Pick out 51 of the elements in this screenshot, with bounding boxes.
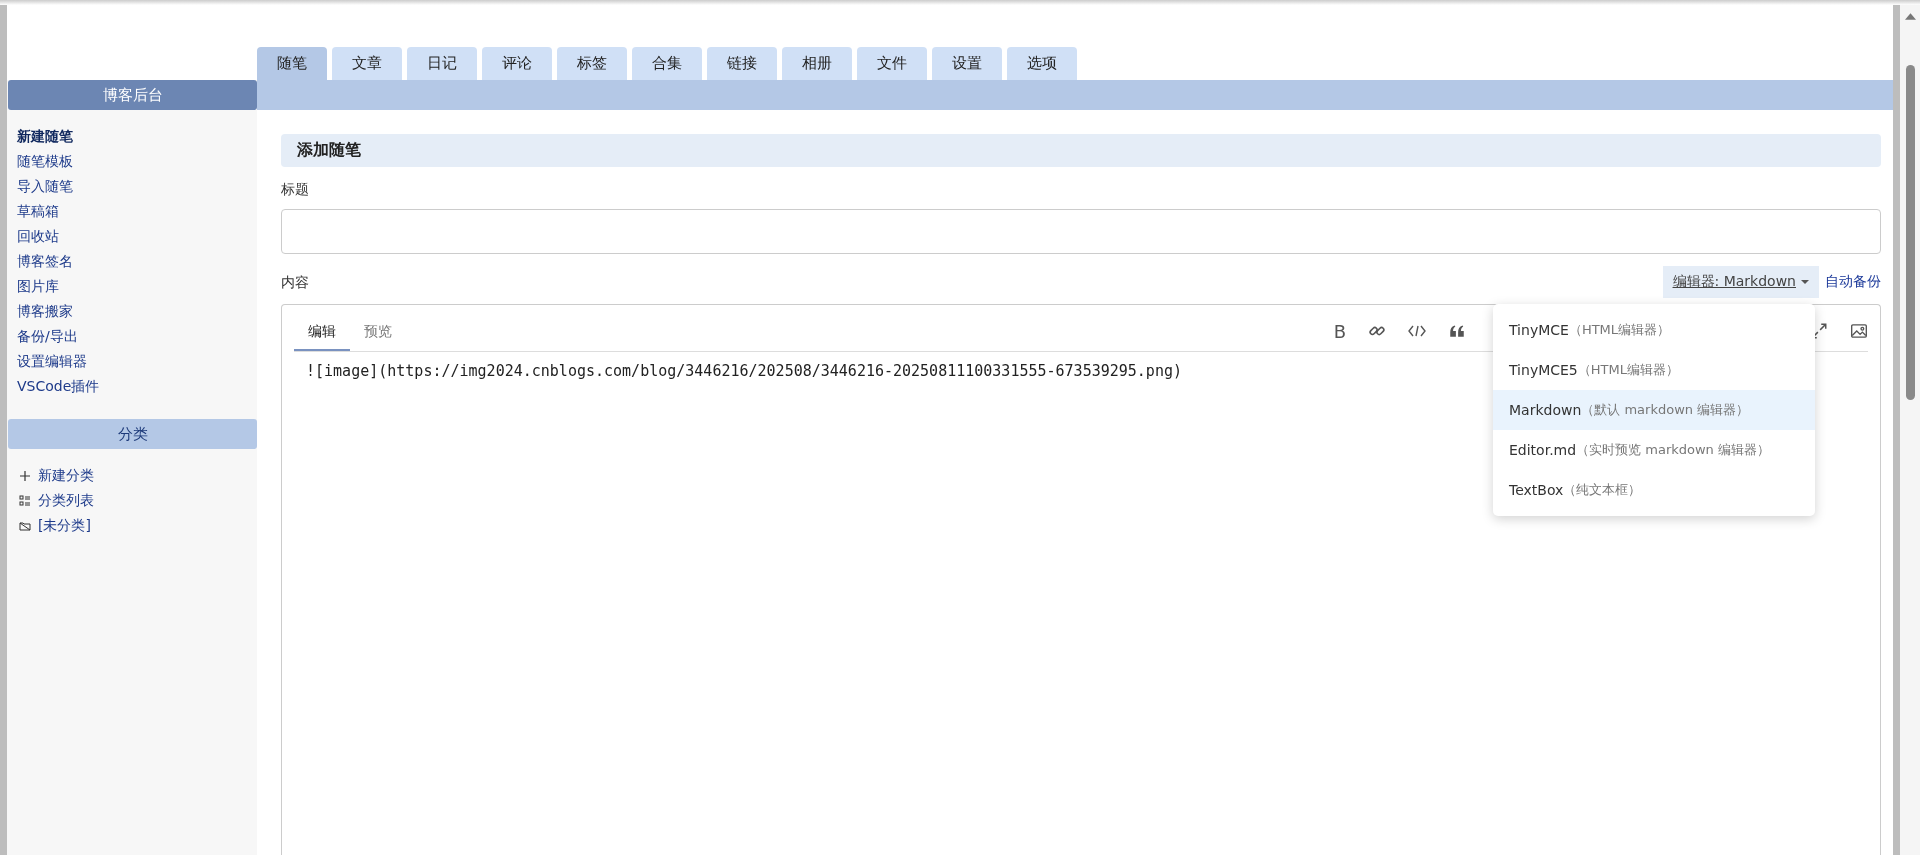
caret-icon [1801, 280, 1809, 284]
sidebar-link[interactable]: 博客签名 [17, 249, 257, 274]
folder-icon [19, 519, 31, 532]
scrollbar[interactable] [1900, 5, 1920, 855]
sidebar-link[interactable]: 新建随笔 [17, 124, 257, 149]
sidebar-link[interactable]: 回收站 [17, 224, 257, 249]
bold-button[interactable]: B [1333, 320, 1346, 342]
sidebar-header: 博客后台 [8, 80, 257, 110]
sidebar-link[interactable]: 博客搬家 [17, 299, 257, 324]
tab[interactable]: 链接 [707, 47, 777, 80]
sidebar-link[interactable]: VSCode插件 [17, 374, 257, 399]
menu-item[interactable]: Markdown（默认 markdown 编辑器） [1493, 390, 1815, 430]
tab[interactable]: 文件 [857, 47, 927, 80]
category-header: 分类 [8, 419, 257, 449]
field-label: 标题 [281, 181, 310, 199]
sidebar-link[interactable]: 图片库 [17, 274, 257, 299]
tab[interactable]: 设置 [932, 47, 1002, 80]
tab[interactable]: 随笔 [257, 47, 327, 80]
menu-item[interactable]: TextBox（纯文本框） [1493, 470, 1815, 510]
tab[interactable]: 选项 [1007, 47, 1077, 80]
editor-tab[interactable]: 预览 [350, 315, 406, 349]
sidebar-link[interactable]: 备份/导出 [17, 324, 257, 349]
sidebar-link[interactable]: 随笔模板 [17, 149, 257, 174]
menu-item[interactable]: TinyMCE（HTML编辑器） [1493, 310, 1815, 350]
sidebar-link[interactable]: 设置编辑器 [17, 349, 257, 374]
section-heading: 添加随笔 [281, 134, 1881, 167]
tab[interactable]: 文章 [332, 47, 402, 80]
title-input[interactable] [281, 209, 1881, 254]
menu-item[interactable]: TinyMCE5（HTML编辑器） [1493, 350, 1815, 390]
category-link[interactable]: [未分类] [38, 513, 91, 538]
sidebar-link[interactable]: 导入随笔 [17, 174, 257, 199]
tab[interactable]: 日记 [407, 47, 477, 80]
tab[interactable]: 相册 [782, 47, 852, 80]
scrollbar-thumb[interactable] [1905, 65, 1915, 400]
quote-icon[interactable] [1448, 322, 1466, 340]
editor-tab[interactable]: 编辑 [294, 315, 350, 351]
plus-icon [19, 469, 31, 482]
field-label: 内容 [281, 274, 309, 292]
category-link[interactable]: 新建分类 [38, 463, 94, 488]
tab[interactable]: 合集 [632, 47, 702, 80]
category-link[interactable]: 分类列表 [38, 488, 94, 513]
image-icon[interactable] [1850, 322, 1868, 340]
auto-backup-link[interactable]: 自动备份 [1825, 273, 1881, 291]
tab[interactable]: 标签 [557, 47, 627, 80]
scroll-up-icon[interactable] [1904, 13, 1916, 20]
sidebar-link[interactable]: 草稿箱 [17, 199, 257, 224]
menu-item[interactable]: Editor.md（实时预览 markdown 编辑器） [1493, 430, 1815, 470]
list-icon [19, 494, 31, 507]
editor-dropdown-button[interactable]: 编辑器: Markdown [1662, 266, 1819, 298]
tab[interactable]: 评论 [482, 47, 552, 80]
markdown-text[interactable]: ![image](https://img2024.cnblogs.com/blog/3446216/202508/3446216-20250811100331555-673539295.png) [294, 352, 1194, 390]
